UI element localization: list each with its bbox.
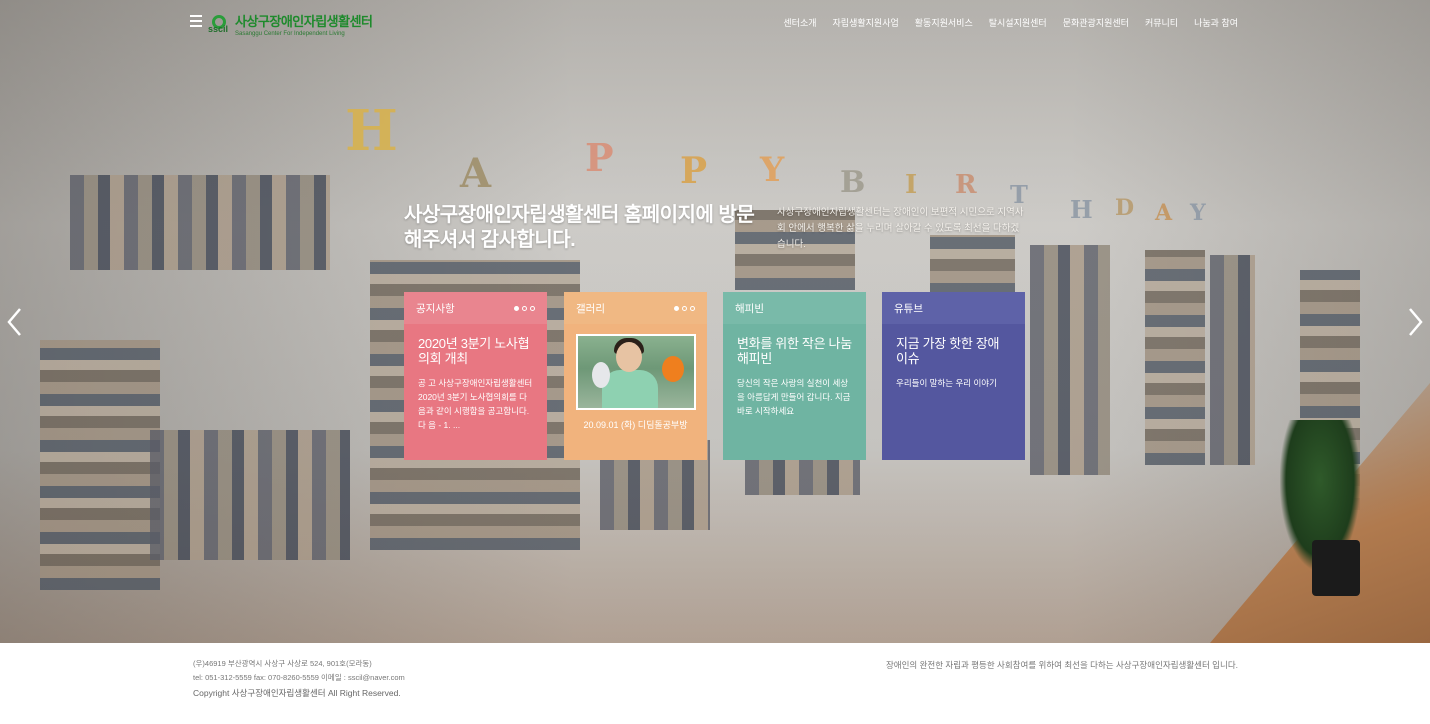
card-label: 공지사항 — [416, 302, 455, 315]
plant-pot — [1312, 540, 1360, 596]
card-label: 해피빈 — [735, 302, 764, 315]
notice-card[interactable]: 공지사항 2020년 3분기 노사협의회 개최 공 고 사상구장애인자립생활센터… — [404, 292, 547, 460]
card-header: 공지사항 — [404, 292, 547, 324]
prev-slide-arrow-icon[interactable] — [4, 305, 28, 339]
card-title: 변화를 위한 작은 나눔 해피빈 — [737, 336, 852, 366]
card-header: 유튜브 — [882, 292, 1025, 324]
nav-item-sharing[interactable]: 나눔과 참여 — [1194, 16, 1238, 29]
photo-wall-block — [745, 455, 860, 495]
pager-dot[interactable] — [674, 305, 679, 311]
footer-slogan: 장애인의 완전한 자립과 평등한 사회참여를 위하여 최선을 다하는 사상구장애… — [885, 660, 1238, 670]
decor-letter: A — [460, 150, 492, 197]
photo-wall-block — [1145, 250, 1205, 465]
nav-item-independent-living[interactable]: 자립생활지원사업 — [833, 16, 899, 29]
card-body: 2020년 3분기 노사협의회 개최 공 고 사상구장애인자립생활센터 2020… — [404, 324, 547, 444]
card-text: 당신의 작은 사랑의 실천이 세상을 아름답게 만들어 갑니다. 지금 바로 시… — [737, 378, 851, 416]
nav-item-about[interactable]: 센터소개 — [783, 16, 816, 29]
decor-letter: D — [1115, 195, 1135, 221]
card-header: 해피빈 — [723, 292, 866, 324]
photo-wall-block — [70, 175, 330, 270]
card-label: 유튜브 — [894, 302, 923, 315]
wheelchair-logo-icon: sscil — [208, 13, 232, 35]
card-title: 지금 가장 핫한 장애 이슈 — [896, 336, 1000, 366]
main-nav: 센터소개 자립생활지원사업 활동지원서비스 탈시설지원센터 문화관광지원센터 커… — [783, 16, 1238, 29]
photo-wall-block — [40, 340, 160, 590]
site-logo[interactable]: sscil 사상구장애인자립생활센터 Sasanggu Center For I… — [208, 11, 373, 37]
next-slide-arrow-icon[interactable] — [1402, 305, 1426, 339]
nav-item-culture-tour[interactable]: 문화관광지원센터 — [1063, 16, 1129, 29]
card-text: 공 고 사상구장애인자립생활센터 2020년 3분기 노사협의회를 다음과 같이… — [418, 378, 533, 430]
pager-dot[interactable] — [530, 305, 535, 311]
card-pager — [514, 305, 535, 311]
decor-letter: Y — [760, 150, 785, 190]
photo-wall-block — [150, 430, 350, 560]
nav-item-deinstitution[interactable]: 탈시설지원센터 — [989, 16, 1047, 29]
youtube-card[interactable]: 유튜브 지금 가장 핫한 장애 이슈 우리들이 말하는 우리 이야기 — [882, 292, 1025, 460]
decor-letter: I — [905, 170, 918, 200]
card-header: 갤러리 — [564, 292, 707, 324]
footer-contact: tel: 051-312-5559 fax: 070-8260-5559 이메일… — [193, 673, 405, 682]
nav-item-community[interactable]: 커뮤니티 — [1145, 16, 1178, 29]
happybean-card[interactable]: 해피빈 변화를 위한 작은 나눔 해피빈 당신의 작은 사랑의 실천이 세상을 … — [723, 292, 866, 460]
logo-text: 사상구장애인자립생활센터 Sasanggu Center For Indepen… — [235, 11, 373, 37]
footer-address: (우)46919 부산광역시 사상구 사상로 524, 901호(모라동) — [193, 659, 372, 668]
gallery-thumbnail[interactable] — [575, 334, 696, 410]
site-header: sscil 사상구장애인자립생활센터 Sasanggu Center For I… — [0, 0, 1430, 44]
card-body: 지금 가장 핫한 장애 이슈 우리들이 말하는 우리 이야기 — [882, 324, 1025, 402]
card-title[interactable]: 2020년 3분기 노사협의회 개최 — [418, 336, 533, 366]
decor-letter: B — [840, 165, 866, 200]
nav-item-activity-support[interactable]: 활동지원서비스 — [915, 16, 973, 29]
decor-letter: P — [680, 150, 708, 192]
photo-wall-block — [1030, 245, 1110, 475]
pager-dot[interactable] — [682, 305, 687, 311]
logo-subtitle: Sasanggu Center For Independent Living — [235, 31, 345, 37]
pager-dot[interactable] — [690, 305, 695, 311]
hamburger-menu-icon[interactable] — [190, 15, 202, 27]
decor-letter: R — [955, 170, 977, 200]
decor-letter: H — [345, 98, 398, 164]
site-footer: (우)46919 부산광역시 사상구 사상로 524, 901호(모라동) te… — [0, 643, 1430, 724]
hero-description: 사상구장애인자립생활센터는 장애인이 보편적 시민으로 지역사회 안에서 행복한… — [777, 207, 1024, 250]
footer-info: (우)46919 부산광역시 사상구 사상로 524, 901호(모라동) te… — [193, 658, 405, 699]
logo-title: 사상구장애인자립생활센터 — [235, 14, 373, 29]
decor-letter: A — [1155, 200, 1173, 226]
pager-dot[interactable] — [514, 305, 519, 311]
photo-wall-block — [1210, 255, 1255, 465]
gallery-caption[interactable]: 20.09.01 (화) 디딤돌공부방 — [564, 418, 707, 431]
gallery-card[interactable]: 갤러리 20.09.01 (화) 디딤돌공부방 — [564, 292, 707, 460]
hero-title: 사상구장애인자립생활센터 홈페이지에 방문해주셔서 감사합니다. — [404, 204, 755, 251]
card-body: 변화를 위한 작은 나눔 해피빈 당신의 작은 사랑의 실천이 세상을 아름답게… — [723, 324, 866, 430]
decor-letter: P — [585, 135, 614, 180]
card-pager — [674, 305, 695, 311]
card-text: 우리들이 말하는 우리 이야기 — [896, 378, 997, 388]
footer-copyright: Copyright 사상구장애인자립생활센터 All Right Reserve… — [193, 688, 401, 698]
hero-background: H A P P Y B I R T H D A Y — [0, 0, 1430, 643]
decor-letter: Y — [1190, 200, 1206, 226]
pager-dot[interactable] — [522, 305, 527, 311]
decor-letter: H — [1070, 195, 1093, 224]
logo-mark-text: sscil — [208, 24, 229, 34]
card-label: 갤러리 — [576, 302, 605, 315]
